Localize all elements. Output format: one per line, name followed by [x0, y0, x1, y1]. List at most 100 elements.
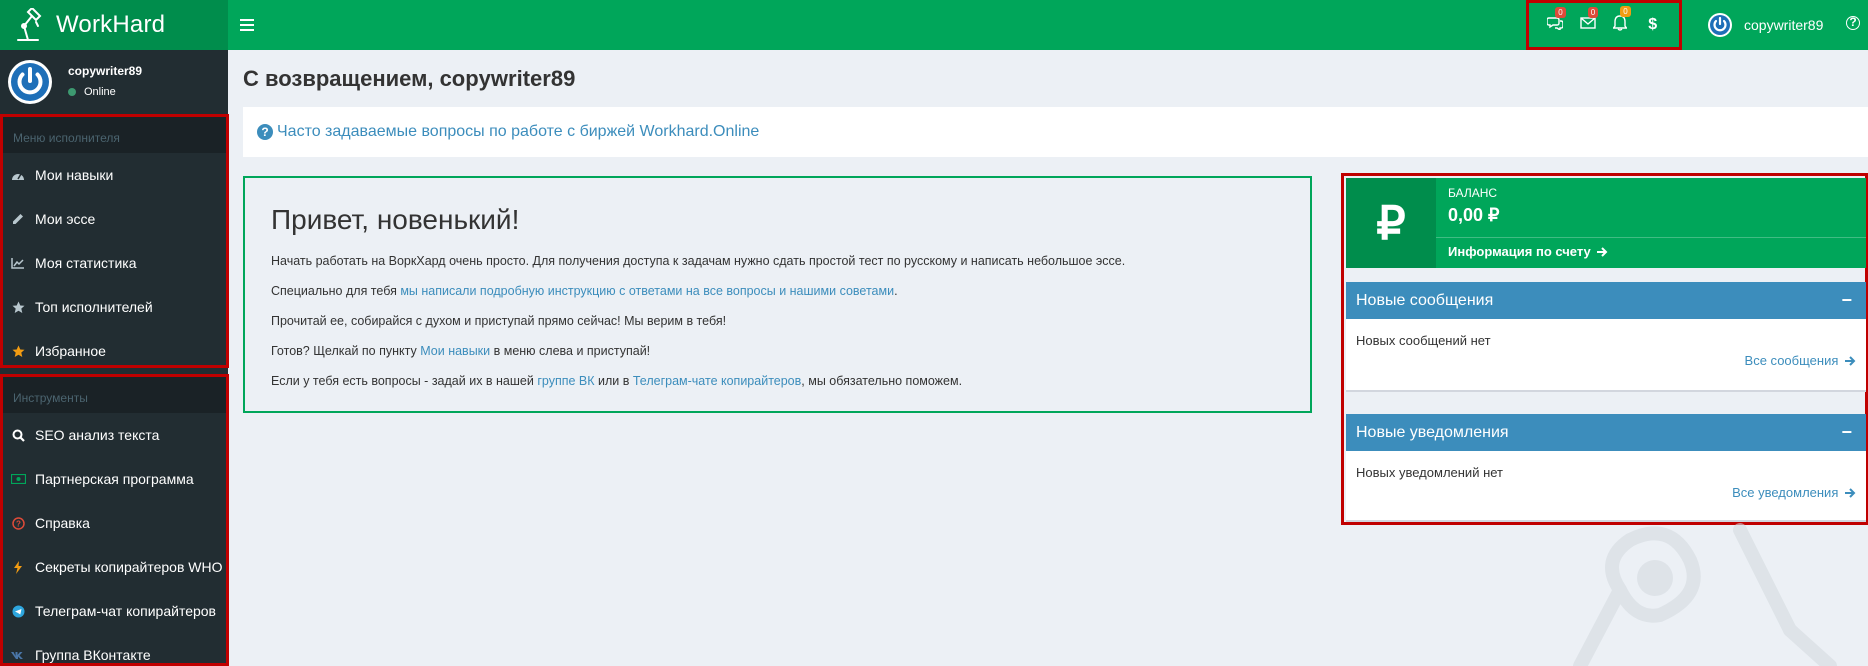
- sidebar-item-label: Партнерская программа: [35, 471, 194, 487]
- question-circle-icon: ?: [257, 124, 273, 140]
- user-menu-name: copywriter89: [1744, 17, 1824, 33]
- collapse-button[interactable]: −: [1841, 422, 1852, 443]
- messages-count-badge: 0: [1555, 6, 1566, 18]
- arrow-right-icon: [1845, 488, 1856, 498]
- welcome-paragraph-2: Специально для тебя мы написали подробну…: [271, 276, 1310, 306]
- dollar-icon: $: [1648, 16, 1658, 33]
- instruction-link[interactable]: мы написали подробную инструкцию с ответ…: [400, 284, 894, 298]
- sidebar-toggle-button[interactable]: [240, 15, 254, 35]
- all-messages-link[interactable]: Все сообщения: [1745, 353, 1856, 368]
- money-icon: [9, 471, 27, 487]
- sidebar-item-telegram-chat[interactable]: Телеграм-чат копирайтеров: [3, 589, 226, 633]
- collapse-button[interactable]: −: [1841, 290, 1852, 311]
- welcome-paragraph-5: Если у тебя есть вопросы - задай их в на…: [271, 366, 1310, 396]
- sidebar-item-label: Мои эссе: [35, 211, 96, 227]
- sidebar-item-my-stats[interactable]: Моя статистика: [3, 241, 226, 285]
- welcome-text: Специально для тебя: [271, 284, 401, 298]
- ruble-icon: ₽: [1346, 178, 1436, 268]
- no-notifications-text: Новых уведомлений нет: [1356, 465, 1503, 480]
- search-icon: [9, 427, 27, 443]
- balance-box: ₽ БАЛАНС 0,00 ₽ Информация по счету: [1346, 178, 1866, 268]
- welcome-text: Если у тебя есть вопросы - задай их в на…: [271, 374, 538, 388]
- account-info-label: Информация по счету: [1448, 244, 1591, 259]
- hamburger-icon: [240, 19, 254, 31]
- avatar: [1708, 13, 1732, 37]
- new-notifications-panel: Новые уведомления − Новых уведомлений не…: [1346, 414, 1866, 522]
- logo[interactable]: WorkHard: [0, 0, 228, 50]
- notifications-button[interactable]: 0: [1608, 5, 1632, 36]
- welcome-text: в меню слева и приступай!: [490, 344, 651, 358]
- menu-header-executor: Меню исполнителя: [3, 117, 226, 153]
- user-panel: copywriter89 Online: [0, 50, 228, 113]
- my-skills-link[interactable]: Мои навыки: [420, 344, 490, 358]
- new-messages-body: Новых сообщений нет Все сообщения: [1346, 319, 1866, 390]
- sidebar-item-label: Избранное: [35, 343, 106, 359]
- sidebar-item-label: Секреты копирайтеров WHO: [35, 559, 223, 575]
- top-navbar: WorkHard 0 0 0 $ copywriter89 ?: [0, 0, 1868, 50]
- online-status-label: Online: [84, 86, 116, 98]
- app-name: WorkHard: [56, 11, 166, 38]
- online-status: Online: [68, 86, 116, 98]
- sidebar-item-label: SEO анализ текста: [35, 427, 160, 443]
- page-title: С возвращением, copywriter89: [243, 66, 576, 91]
- sidebar-item-partner-program[interactable]: Партнерская программа: [3, 457, 226, 501]
- messages-button[interactable]: 0: [1543, 6, 1567, 35]
- arrow-right-icon: [1845, 356, 1856, 366]
- new-messages-header: Новые сообщения −: [1346, 282, 1866, 319]
- welcome-text: , мы обязательно поможем.: [801, 374, 963, 388]
- all-notifications-label: Все уведомления: [1732, 485, 1839, 500]
- sidebar-item-label: Группа ВКонтакте: [35, 647, 151, 663]
- new-messages-panel: Новые сообщения − Новых сообщений нет Вс…: [1346, 282, 1866, 392]
- vk-icon: [9, 647, 27, 663]
- sidebar-item-my-skills[interactable]: Мои навыки: [3, 153, 226, 197]
- faq-box: ? Часто задаваемые вопросы по работе с б…: [243, 107, 1868, 157]
- sidebar-item-label: Справка: [35, 515, 90, 531]
- menu-header-tools: Инструменты: [3, 377, 226, 413]
- no-messages-text: Новых сообщений нет: [1356, 333, 1491, 348]
- welcome-paragraph-4: Готов? Щелкай по пункту Мои навыки в мен…: [271, 336, 1310, 366]
- welcome-text: .: [894, 284, 898, 298]
- dashboard-icon: [9, 167, 27, 183]
- balance-value: 0,00 ₽: [1448, 205, 1500, 225]
- mail-button[interactable]: 0: [1576, 7, 1600, 34]
- panel-title: Новые уведомления: [1356, 423, 1509, 441]
- welcome-box: Привет, новенький! Начать работать на Во…: [243, 176, 1312, 413]
- notifications-count-badge: 0: [1620, 5, 1631, 17]
- sidebar-item-help[interactable]: ? Справка: [3, 501, 226, 545]
- sidebar: copywriter89 Online Меню исполнителя Мои…: [0, 50, 229, 666]
- all-messages-label: Все сообщения: [1744, 353, 1839, 368]
- welcome-title: Привет, новенький!: [271, 204, 520, 235]
- vk-group-link[interactable]: группе ВК: [537, 374, 594, 388]
- welcome-paragraph-1: Начать работать на ВоркХард очень просто…: [271, 254, 1126, 268]
- avatar: [8, 60, 52, 104]
- sidebar-item-seo-analysis[interactable]: SEO анализ текста: [3, 413, 226, 457]
- telegram-icon: [9, 603, 27, 619]
- balance-label: БАЛАНС: [1448, 186, 1498, 200]
- pencil-icon: [9, 211, 27, 227]
- sidebar-item-copywriter-secrets[interactable]: Секреты копирайтеров WHO: [3, 545, 226, 589]
- welcome-paragraph-3: Прочитай ее, собирайся с духом и приступ…: [271, 314, 727, 328]
- all-notifications-link[interactable]: Все уведомления: [1732, 485, 1856, 500]
- new-notifications-header: Новые уведомления −: [1346, 414, 1866, 451]
- mail-count-badge: 0: [1587, 7, 1599, 18]
- star-icon: [9, 299, 27, 315]
- sidebar-item-vk-group[interactable]: Группа ВКонтакте: [3, 633, 226, 666]
- sidebar-item-favorites[interactable]: Избранное: [3, 329, 226, 373]
- faq-link[interactable]: Часто задаваемые вопросы по работе с бир…: [277, 123, 759, 141]
- sidebar-item-my-essays[interactable]: Мои эссе: [3, 197, 226, 241]
- telegram-chat-link[interactable]: Телеграм-чате копирайтеров: [633, 374, 801, 388]
- comments-icon: [1546, 16, 1564, 31]
- right-column: ₽ БАЛАНС 0,00 ₽ Информация по счету Новы…: [1341, 173, 1868, 525]
- navbar-notification-group: 0 0 0 $: [1526, 0, 1682, 50]
- desk-lamp-icon: [17, 8, 42, 41]
- help-icon[interactable]: ?: [1846, 16, 1860, 30]
- help-icon: ?: [9, 515, 27, 531]
- sidebar-item-top-executors[interactable]: Топ исполнителей: [3, 285, 226, 329]
- balance-button[interactable]: $: [1641, 16, 1665, 34]
- welcome-text: или в: [594, 374, 633, 388]
- bolt-icon: [9, 559, 27, 575]
- account-info-link[interactable]: Информация по счету: [1448, 244, 1608, 259]
- envelope-icon: [1580, 17, 1596, 29]
- tools-menu: Инструменты SEO анализ текста Партнерска…: [0, 374, 229, 666]
- user-menu[interactable]: copywriter89: [1708, 0, 1823, 50]
